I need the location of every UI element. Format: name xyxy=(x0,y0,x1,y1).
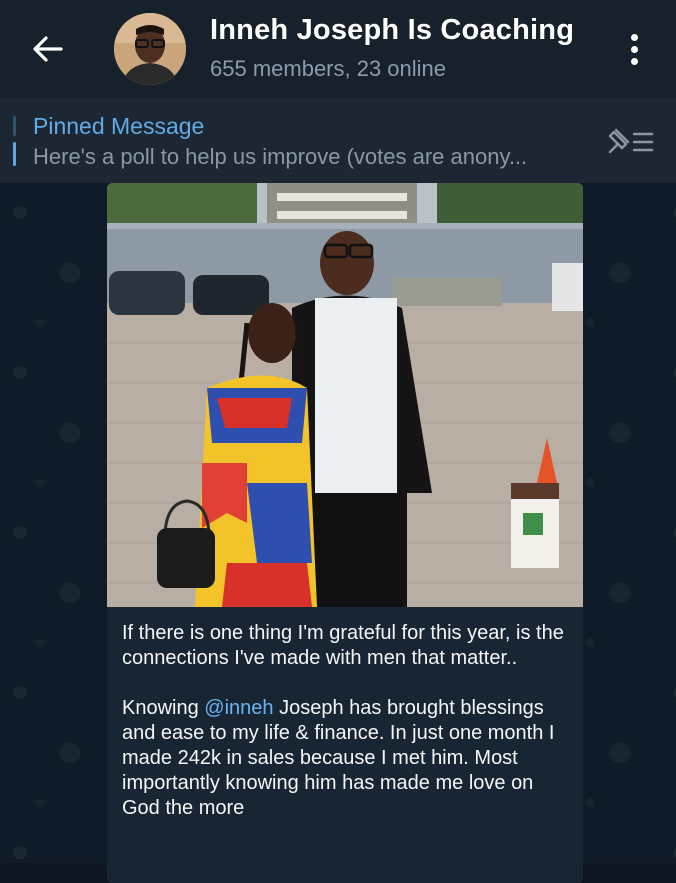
pinned-preview: Here's a poll to help us improve (votes … xyxy=(33,144,528,169)
photo-image xyxy=(107,183,583,607)
arrow-left-icon xyxy=(33,36,63,62)
more-vertical-icon-dot xyxy=(630,57,638,65)
more-options-button[interactable] xyxy=(614,26,654,72)
pinned-label: Pinned Message xyxy=(33,113,205,139)
message-caption: If there is one thing I'm grateful for t… xyxy=(122,621,574,821)
pinned-indicator xyxy=(13,116,16,166)
more-vertical-icon-dot xyxy=(630,45,638,53)
pin-list-icon xyxy=(608,128,654,154)
group-title[interactable]: Inneh Joseph Is Coaching xyxy=(210,14,574,47)
message-bubble[interactable]: If there is one thing I'm grateful for t… xyxy=(107,183,583,883)
back-button[interactable] xyxy=(22,26,74,72)
mention-link[interactable]: @inneh xyxy=(204,697,273,719)
message-photo[interactable] xyxy=(107,183,583,607)
more-vertical-icon xyxy=(630,33,638,41)
group-avatar[interactable] xyxy=(114,13,186,85)
member-count: 655 members, 23 online xyxy=(210,56,447,81)
pinned-message-bar[interactable]: Pinned Message Here's a poll to help us … xyxy=(0,98,676,184)
pinned-list-button[interactable] xyxy=(604,124,656,160)
avatar-photo xyxy=(114,13,186,85)
chat-header: Inneh Joseph Is Coaching 655 members, 23… xyxy=(0,0,676,98)
